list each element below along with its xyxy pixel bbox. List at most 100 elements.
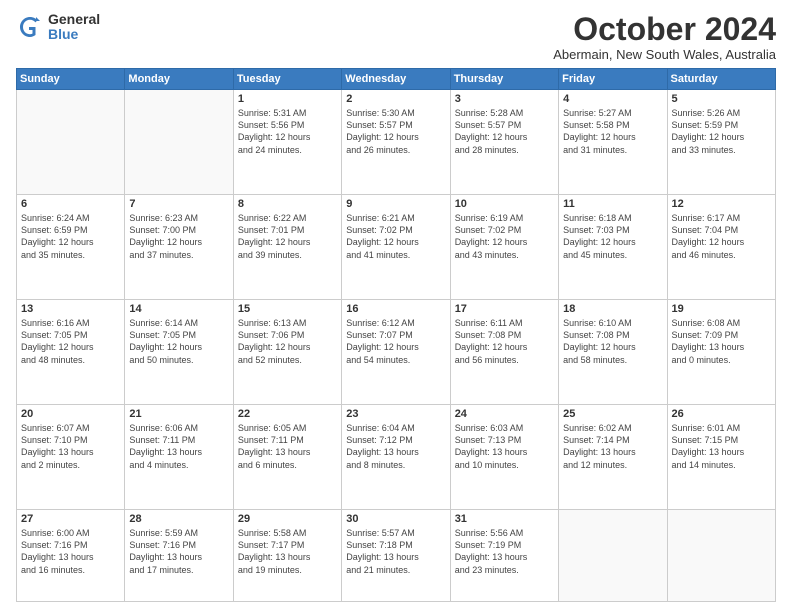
day-number: 21 [129, 408, 228, 420]
day-info: Sunrise: 6:07 AMSunset: 7:10 PMDaylight:… [21, 422, 120, 471]
table-row: 22 Sunrise: 6:05 AMSunset: 7:11 PMDayligh… [233, 405, 341, 510]
table-row: 17 Sunrise: 6:11 AMSunset: 7:08 PMDayligh… [450, 300, 558, 405]
day-info: Sunrise: 6:04 AMSunset: 7:12 PMDaylight:… [346, 422, 445, 471]
day-number: 6 [21, 198, 120, 210]
table-row: 30 Sunrise: 5:57 AMSunset: 7:18 PMDayligh… [342, 510, 450, 602]
table-row: 10Sunrise: 6:19 AMSunset: 7:02 PMDayligh… [450, 195, 558, 300]
table-row: 11 Sunrise: 6:18 AMSunset: 7:03 PMDayligh… [559, 195, 667, 300]
day-number: 22 [238, 408, 337, 420]
calendar-body: 1 Sunrise: 5:31 AMSunset: 5:56 PMDaylight… [17, 90, 776, 602]
day-number: 23 [346, 408, 445, 420]
day-info: Sunrise: 6:17 AMSunset: 7:04 PMDaylight:… [672, 212, 771, 261]
table-row: 5 Sunrise: 5:26 AMSunset: 5:59 PMDaylight… [667, 90, 775, 195]
table-row: 26Sunrise: 6:01 AMSunset: 7:15 PMDayligh… [667, 405, 775, 510]
day-info: Sunrise: 5:59 AMSunset: 7:16 PMDaylight:… [129, 527, 228, 576]
table-row: 15Sunrise: 6:13 AMSunset: 7:06 PMDayligh… [233, 300, 341, 405]
day-number: 17 [455, 303, 554, 315]
table-row: 19 Sunrise: 6:08 AMSunset: 7:09 PMDayligh… [667, 300, 775, 405]
table-row: 29 Sunrise: 5:58 AMSunset: 7:17 PMDayligh… [233, 510, 341, 602]
day-info: Sunrise: 6:16 AMSunset: 7:05 PMDaylight:… [21, 317, 120, 366]
day-number: 19 [672, 303, 771, 315]
col-friday: Friday [559, 69, 667, 90]
day-info: Sunrise: 6:22 AMSunset: 7:01 PMDaylight:… [238, 212, 337, 261]
table-row: 9Sunrise: 6:21 AMSunset: 7:02 PMDaylight… [342, 195, 450, 300]
logo: General Blue [16, 12, 100, 43]
table-row [17, 90, 125, 195]
col-thursday: Thursday [450, 69, 558, 90]
day-number: 11 [563, 198, 662, 210]
table-row: 13 Sunrise: 6:16 AMSunset: 7:05 PMDayligh… [17, 300, 125, 405]
day-info: Sunrise: 5:31 AMSunset: 5:56 PMDaylight:… [238, 107, 337, 156]
day-number: 12 [672, 198, 771, 210]
day-number: 5 [672, 93, 771, 105]
day-info: Sunrise: 6:19 AMSunset: 7:02 PMDaylight:… [455, 212, 554, 261]
day-info: Sunrise: 6:24 AMSunset: 6:59 PMDaylight:… [21, 212, 120, 261]
day-info: Sunrise: 5:57 AMSunset: 7:18 PMDaylight:… [346, 527, 445, 576]
table-row [125, 90, 233, 195]
table-row: 14Sunrise: 6:14 AMSunset: 7:05 PMDayligh… [125, 300, 233, 405]
day-info: Sunrise: 6:11 AMSunset: 7:08 PMDaylight:… [455, 317, 554, 366]
table-row [667, 510, 775, 602]
logo-general-label: General [48, 12, 100, 27]
day-info: Sunrise: 6:21 AMSunset: 7:02 PMDaylight:… [346, 212, 445, 261]
day-info: Sunrise: 6:08 AMSunset: 7:09 PMDaylight:… [672, 317, 771, 366]
logo-text: General Blue [48, 12, 100, 43]
day-number: 13 [21, 303, 120, 315]
table-row: 6 Sunrise: 6:24 AMSunset: 6:59 PMDaylight… [17, 195, 125, 300]
day-number: 8 [238, 198, 337, 210]
col-tuesday: Tuesday [233, 69, 341, 90]
title-block: October 2024 Abermain, New South Wales, … [553, 12, 776, 62]
day-number: 30 [346, 513, 445, 525]
table-row: 28 Sunrise: 5:59 AMSunset: 7:16 PMDayligh… [125, 510, 233, 602]
day-info: Sunrise: 6:13 AMSunset: 7:06 PMDaylight:… [238, 317, 337, 366]
day-number: 7 [129, 198, 228, 210]
day-number: 27 [21, 513, 120, 525]
location-subtitle: Abermain, New South Wales, Australia [553, 47, 776, 62]
day-number: 24 [455, 408, 554, 420]
table-row: 24Sunrise: 6:03 AMSunset: 7:13 PMDayligh… [450, 405, 558, 510]
calendar-table: Sunday Monday Tuesday Wednesday Thursday… [16, 68, 776, 602]
day-number: 28 [129, 513, 228, 525]
header-row: Sunday Monday Tuesday Wednesday Thursday… [17, 69, 776, 90]
day-number: 16 [346, 303, 445, 315]
table-row: 16 Sunrise: 6:12 AMSunset: 7:07 PMDayligh… [342, 300, 450, 405]
day-number: 1 [238, 93, 337, 105]
table-row: 1 Sunrise: 5:31 AMSunset: 5:56 PMDaylight… [233, 90, 341, 195]
col-sunday: Sunday [17, 69, 125, 90]
col-wednesday: Wednesday [342, 69, 450, 90]
day-number: 25 [563, 408, 662, 420]
day-info: Sunrise: 5:56 AMSunset: 7:19 PMDaylight:… [455, 527, 554, 576]
table-row: 4 Sunrise: 5:27 AMSunset: 5:58 PMDaylight… [559, 90, 667, 195]
day-number: 20 [21, 408, 120, 420]
table-row: 21 Sunrise: 6:06 AMSunset: 7:11 PMDayligh… [125, 405, 233, 510]
day-info: Sunrise: 5:27 AMSunset: 5:58 PMDaylight:… [563, 107, 662, 156]
table-row: 25 Sunrise: 6:02 AMSunset: 7:14 PMDayligh… [559, 405, 667, 510]
day-info: Sunrise: 6:02 AMSunset: 7:14 PMDaylight:… [563, 422, 662, 471]
table-row: 23 Sunrise: 6:04 AMSunset: 7:12 PMDayligh… [342, 405, 450, 510]
day-info: Sunrise: 5:26 AMSunset: 5:59 PMDaylight:… [672, 107, 771, 156]
day-number: 29 [238, 513, 337, 525]
day-info: Sunrise: 6:18 AMSunset: 7:03 PMDaylight:… [563, 212, 662, 261]
day-info: Sunrise: 6:05 AMSunset: 7:11 PMDaylight:… [238, 422, 337, 471]
day-info: Sunrise: 6:01 AMSunset: 7:15 PMDaylight:… [672, 422, 771, 471]
col-saturday: Saturday [667, 69, 775, 90]
table-row: 2Sunrise: 5:30 AMSunset: 5:57 PMDaylight… [342, 90, 450, 195]
table-row [559, 510, 667, 602]
day-info: Sunrise: 6:10 AMSunset: 7:08 PMDaylight:… [563, 317, 662, 366]
logo-blue-label: Blue [48, 27, 100, 42]
table-row: 31 Sunrise: 5:56 AMSunset: 7:19 PMDayligh… [450, 510, 558, 602]
table-row: 12 Sunrise: 6:17 AMSunset: 7:04 PMDayligh… [667, 195, 775, 300]
table-row: 27 Sunrise: 6:00 AMSunset: 7:16 PMDayligh… [17, 510, 125, 602]
day-number: 4 [563, 93, 662, 105]
day-info: Sunrise: 5:58 AMSunset: 7:17 PMDaylight:… [238, 527, 337, 576]
day-info: Sunrise: 6:12 AMSunset: 7:07 PMDaylight:… [346, 317, 445, 366]
calendar-header: Sunday Monday Tuesday Wednesday Thursday… [17, 69, 776, 90]
day-info: Sunrise: 5:28 AMSunset: 5:57 PMDaylight:… [455, 107, 554, 156]
day-number: 18 [563, 303, 662, 315]
day-info: Sunrise: 6:06 AMSunset: 7:11 PMDaylight:… [129, 422, 228, 471]
day-info: Sunrise: 6:00 AMSunset: 7:16 PMDaylight:… [21, 527, 120, 576]
table-row: 18 Sunrise: 6:10 AMSunset: 7:08 PMDayligh… [559, 300, 667, 405]
day-number: 14 [129, 303, 228, 315]
page: General Blue October 2024 Abermain, New … [0, 0, 792, 612]
day-number: 31 [455, 513, 554, 525]
